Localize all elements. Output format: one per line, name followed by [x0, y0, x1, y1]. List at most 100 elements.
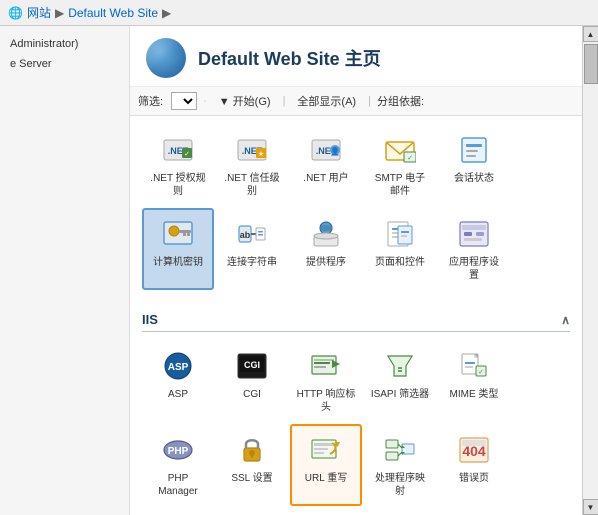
- icon-connection-string[interactable]: ab 连接字符串: [216, 208, 288, 290]
- svg-text:★: ★: [258, 150, 264, 158]
- svg-text:👤: 👤: [330, 146, 340, 156]
- icon-isapi-filter[interactable]: ISAPI 筛选器: [364, 340, 436, 422]
- isapi-filter-icon: [382, 348, 418, 384]
- scrollbar-down[interactable]: ▼: [583, 499, 598, 515]
- page-header: Default Web Site 主页: [130, 26, 582, 87]
- mime-type-icon: ✓: [456, 348, 492, 384]
- icon-smtp[interactable]: ✓ SMTP 电子邮件: [364, 124, 436, 206]
- net-user-label: .NET 用户: [303, 172, 348, 185]
- icon-app-settings[interactable]: 应用程序设置: [438, 208, 510, 290]
- net-auth-icon: .NET ✓: [160, 132, 196, 168]
- icon-dir-browse[interactable]: 目录浏览: [290, 508, 362, 515]
- iis-section-title: IIS: [142, 312, 158, 327]
- scrollbar-up[interactable]: ▲: [583, 26, 598, 42]
- pages-label: 页面和控件: [375, 256, 425, 269]
- sidebar-item-administrator[interactable]: Administrator): [4, 34, 125, 54]
- icon-mime-type[interactable]: ✓ MIME 类型: [438, 340, 510, 422]
- icon-session[interactable]: 会话状态: [438, 124, 510, 206]
- error-page-label: 错误页: [459, 472, 489, 485]
- icon-machine-key[interactable]: 计算机密钥: [142, 208, 214, 290]
- content-area[interactable]: Default Web Site 主页 筛选: · ▼ 开始(G) | 全部显示…: [130, 26, 582, 515]
- breadcrumb: 🌐 网站 ▶ Default Web Site ▶: [0, 0, 598, 26]
- page-title: Default Web Site 主页: [198, 45, 381, 71]
- app-settings-icon: [456, 216, 492, 252]
- breadcrumb-item-default-web-site[interactable]: Default Web Site: [68, 6, 158, 20]
- asp-label: ASP: [168, 388, 188, 401]
- toolbar: 筛选: · ▼ 开始(G) | 全部显示(A) | 分组依据:: [130, 87, 582, 116]
- icon-handler-mapping[interactable]: 处理程序映射: [364, 424, 436, 506]
- icon-provider[interactable]: 提供程序: [290, 208, 362, 290]
- machine-key-icon: [160, 216, 196, 252]
- svg-text:404: 404: [462, 443, 486, 459]
- provider-icon: [308, 216, 344, 252]
- breadcrumb-item-websites[interactable]: 网站: [27, 4, 51, 21]
- connection-string-icon: ab: [234, 216, 270, 252]
- session-icon: [456, 132, 492, 168]
- toolbar-sep-1: ·: [203, 95, 207, 107]
- sidebar-item-e-server[interactable]: e Server: [4, 54, 125, 74]
- app-settings-label: 应用程序设置: [449, 256, 499, 282]
- icon-default-doc[interactable]: ✓ 默认文档: [216, 508, 288, 515]
- asp-icon: ASP: [160, 348, 196, 384]
- icon-php-manager[interactable]: PHP PHPManager: [142, 424, 214, 506]
- icon-net-user[interactable]: .NET 👤 .NET 用户: [290, 124, 362, 206]
- breadcrumb-sep-2: ▶: [162, 6, 171, 20]
- cgi-label: CGI: [243, 388, 261, 401]
- start-button[interactable]: ▼ 开始(G): [213, 91, 277, 111]
- net-auth-label: .NET 授权规则: [150, 172, 205, 198]
- url-rewrite-label: URL 重写: [305, 472, 347, 485]
- handler-mapping-label: 处理程序映射: [375, 472, 425, 498]
- icon-url-rewrite[interactable]: URL 重写: [290, 424, 362, 506]
- svg-text:CGI: CGI: [244, 360, 260, 370]
- icon-ssl[interactable]: SSL 设置: [216, 424, 288, 506]
- connection-string-label: 连接字符串: [227, 256, 277, 269]
- filter-select[interactable]: [171, 92, 197, 110]
- sidebar: Administrator) e Server: [0, 26, 130, 515]
- php-manager-icon: PHP: [160, 432, 196, 468]
- svg-text:ab: ab: [240, 230, 251, 240]
- machine-key-label: 计算机密钥: [153, 256, 203, 269]
- icon-asp[interactable]: ASP ASP: [142, 340, 214, 422]
- error-page-icon: 404: [456, 432, 492, 468]
- icon-cgi[interactable]: CGI CGI: [216, 340, 288, 422]
- group-label: 分组依据:: [377, 93, 424, 109]
- http-response-label: HTTP 响应标头: [297, 388, 356, 414]
- cgi-icon: CGI: [234, 348, 270, 384]
- iis-section-toggle[interactable]: ∧: [561, 313, 570, 327]
- icon-net-trust[interactable]: .NET ★ .NET 信任级别: [216, 124, 288, 206]
- icon-module[interactable]: 模块: [142, 508, 214, 515]
- toolbar-sep-2: |: [283, 95, 286, 107]
- icon-http-response[interactable]: HTTP 响应标头: [290, 340, 362, 422]
- handler-mapping-icon: [382, 432, 418, 468]
- iis-icons-grid: ASP ASP CGI CGI: [142, 340, 570, 515]
- session-label: 会话状态: [454, 172, 494, 185]
- svg-text:✓: ✓: [407, 155, 413, 162]
- scrollbar-thumb[interactable]: [584, 44, 598, 84]
- provider-label: 提供程序: [306, 256, 346, 269]
- http-response-icon: [308, 348, 344, 384]
- svg-text:✓: ✓: [184, 151, 190, 158]
- site-icon: [146, 38, 186, 78]
- icon-pages[interactable]: 页面和控件: [364, 208, 436, 290]
- icon-net-auth[interactable]: .NET ✓ .NET 授权规则: [142, 124, 214, 206]
- ssl-icon: [234, 432, 270, 468]
- toolbar-sep-3: |: [368, 95, 371, 107]
- isapi-filter-label: ISAPI 筛选器: [371, 388, 429, 401]
- show-all-button[interactable]: 全部显示(A): [291, 91, 362, 111]
- smtp-icon: ✓: [382, 132, 418, 168]
- mime-type-label: MIME 类型: [450, 388, 499, 401]
- breadcrumb-icon: 🌐: [8, 6, 23, 20]
- url-rewrite-icon: [308, 432, 344, 468]
- ssl-label: SSL 设置: [231, 472, 272, 485]
- pages-icon: [382, 216, 418, 252]
- icon-error-page[interactable]: 404 错误页: [438, 424, 510, 506]
- iis-section-header: IIS ∧: [142, 306, 570, 332]
- icon-request-filter[interactable]: 请求筛选: [364, 508, 436, 515]
- smtp-label: SMTP 电子邮件: [375, 172, 425, 198]
- breadcrumb-sep-1: ▶: [55, 6, 64, 20]
- svg-text:✓: ✓: [478, 369, 484, 376]
- net-trust-icon: .NET ★: [234, 132, 270, 168]
- icon-log[interactable]: 日志: [438, 508, 510, 515]
- iis-section: IIS ∧ ASP ASP: [130, 298, 582, 515]
- right-scrollbar[interactable]: ▲ ▼: [582, 26, 598, 515]
